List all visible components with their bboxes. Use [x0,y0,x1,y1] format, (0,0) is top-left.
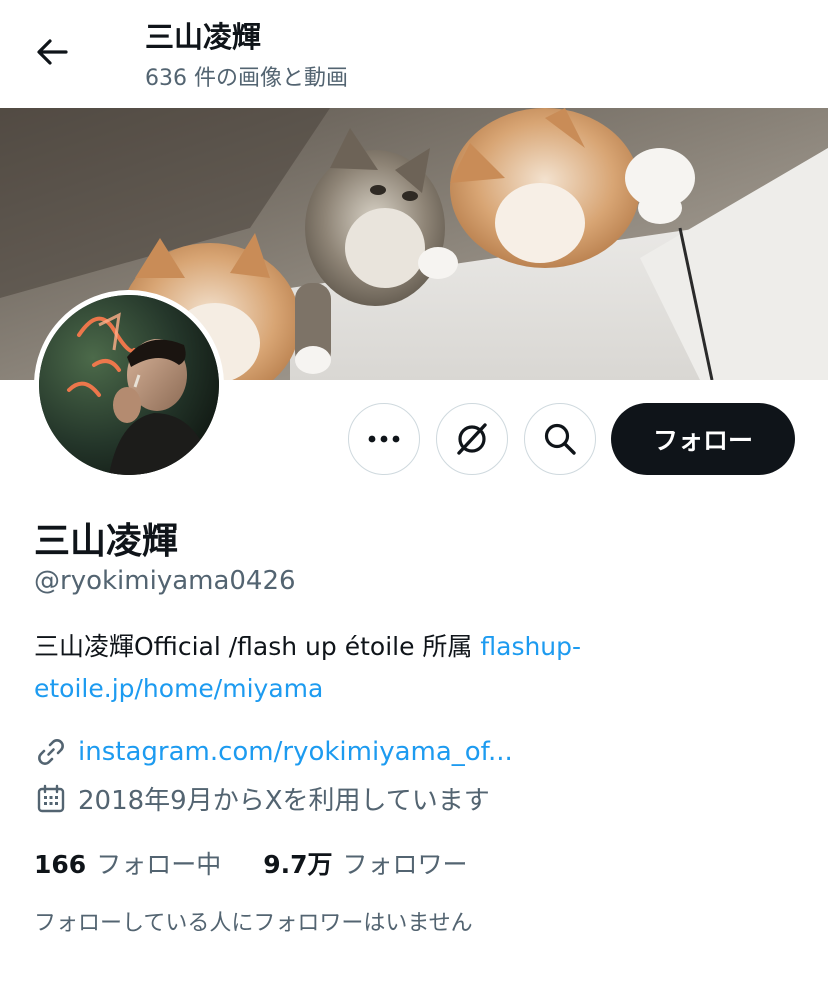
more-icon [368,435,400,443]
profile-stats: 166 フォロー中 9.7万 フォロワー [34,845,468,881]
search-button[interactable] [524,403,596,475]
profile-website-row: instagram.com/ryokimiyama_of... [34,735,513,769]
avatar-photo [39,295,219,475]
profile-joined-date: 2018年9月からXを利用しています [78,786,490,816]
header-media-count: 636 件の画像と動画 [145,66,348,91]
followers-stat[interactable]: 9.7万 フォロワー [263,845,467,881]
profile-joined-row: 2018年9月からXを利用しています [34,780,490,817]
following-count: 166 [34,850,87,879]
back-arrow-icon [37,39,68,65]
following-stat[interactable]: 166 フォロー中 [34,845,221,881]
followers-label: フォロワー [342,850,468,879]
search-icon [544,423,576,455]
profile-name: 三山凌輝 [34,521,179,562]
calendar-icon [34,782,68,816]
follow-button[interactable]: フォロー [611,403,795,475]
profile-handle: @ryokimiyama0426 [34,566,296,596]
top-header: 三山凌輝 636 件の画像と動画 [0,0,828,104]
following-label: フォロー中 [96,850,222,879]
profile-bio: 三山凌輝Official /flash up étoile 所属 flashup… [34,626,794,710]
followed-by-note: フォローしている人にフォロワーはいません [34,911,473,936]
grok-icon [457,423,487,455]
profile-avatar[interactable] [34,290,224,480]
bio-link-part2: etoile.jp/home/miyama [34,674,324,703]
followers-count: 9.7万 [263,850,333,879]
header-title: 三山凌輝 [145,20,262,54]
link-icon [34,735,68,769]
profile-website-link[interactable]: instagram.com/ryokimiyama_of... [78,737,513,767]
grok-button[interactable] [436,403,508,475]
bio-text: 三山凌輝Official /flash up étoile 所属 [34,632,481,661]
bio-link-part1: flashup- [480,632,582,661]
back-button[interactable] [28,30,76,74]
profile-page: 三山凌輝 636 件の画像と動画 フォロー 三山凌輝 @ryokimiyama0… [0,0,828,989]
more-options-button[interactable] [348,403,420,475]
